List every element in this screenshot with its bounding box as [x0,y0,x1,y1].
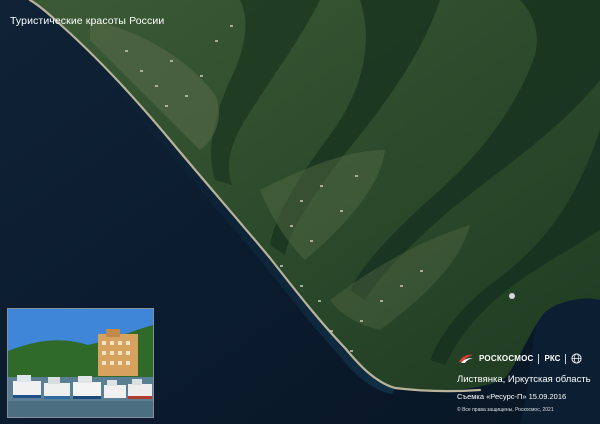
globe-emblem-icon [571,353,582,364]
location-caption: Листвянка, Иркутская область [457,374,591,385]
brand-divider [538,353,540,364]
division-name: РКС [544,354,561,363]
harbor-photo [8,309,153,417]
inset-photo [7,308,154,418]
roscosmos-logo-icon [459,354,473,363]
page-title: Туристические красоты России [10,15,165,27]
satellite-poster: Туристические красоты России РОСКОСМОС Р… [0,0,600,424]
agency-name: РОСКОСМОС [479,354,534,363]
capture-caption: Съемка «Ресурс-П» 15.09.2016 [457,392,567,401]
white-building [509,293,515,299]
branding-row: РОСКОСМОС РКС [458,353,582,364]
copyright-caption: © Все права защищены, Роскосмос, 2021 [457,407,554,413]
brand-divider-2 [565,353,567,364]
